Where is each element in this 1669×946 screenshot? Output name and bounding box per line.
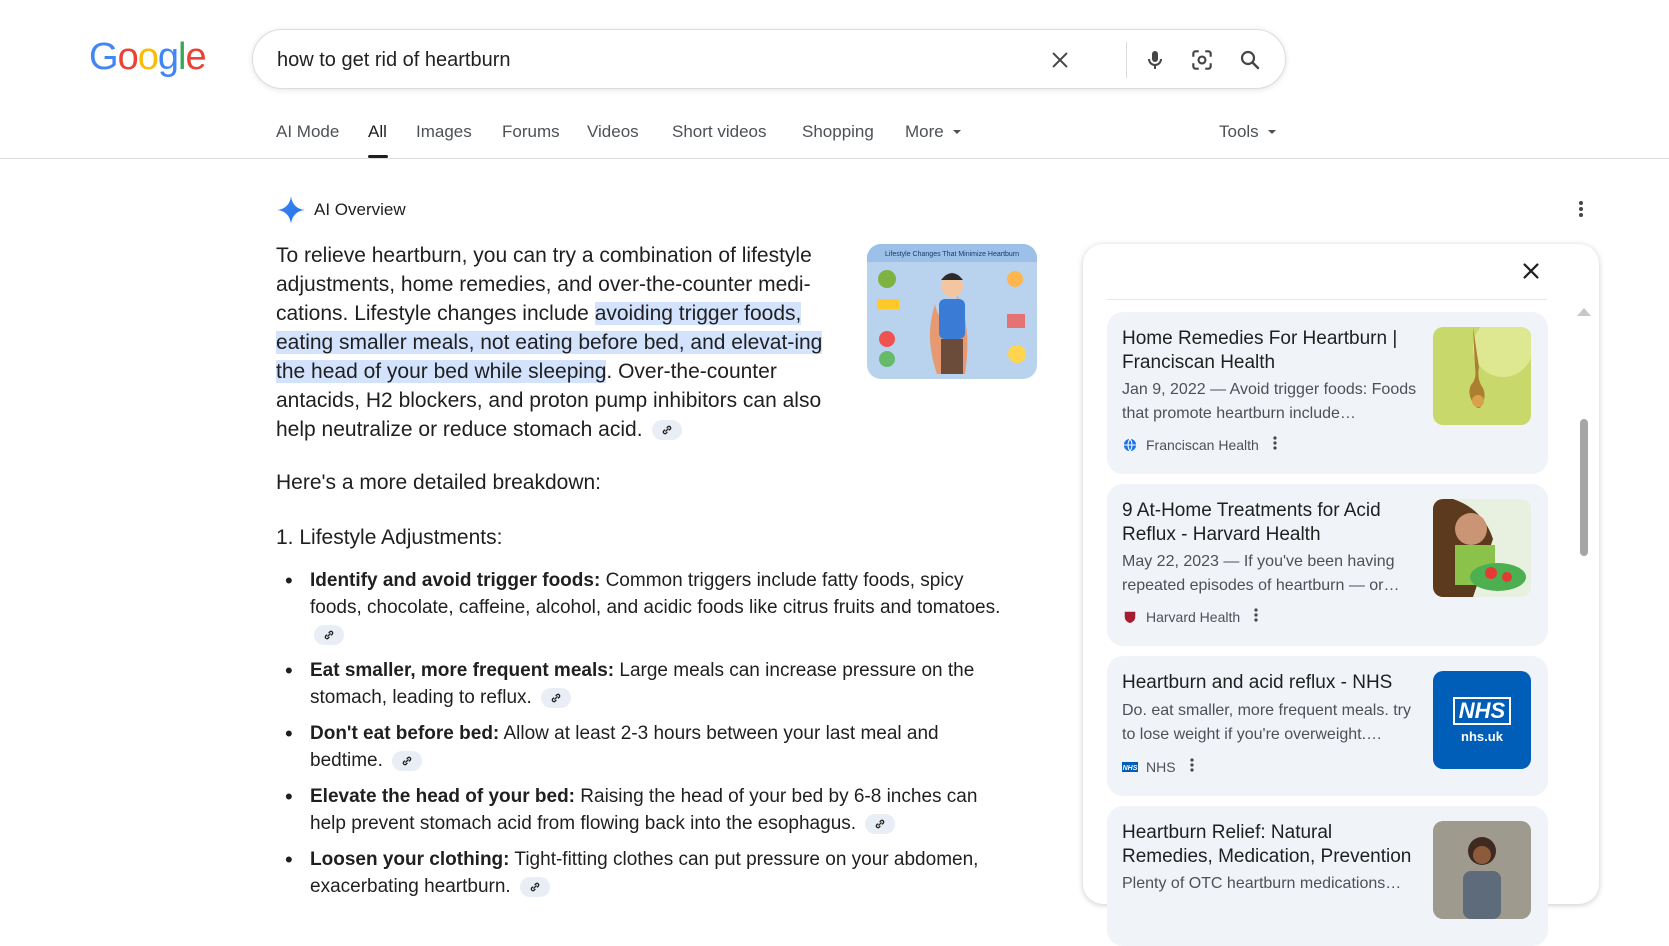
logo-letter: o bbox=[137, 36, 159, 78]
logo-letter: g bbox=[157, 36, 179, 78]
ai-overview-header: AI Overview bbox=[276, 195, 406, 225]
lens-camera-icon[interactable] bbox=[1186, 44, 1218, 76]
source-snippet: Do. eat smaller, more frequent meals. tr… bbox=[1122, 702, 1411, 743]
microphone-icon[interactable] bbox=[1139, 44, 1171, 76]
source-link-icon[interactable] bbox=[865, 813, 896, 834]
source-thumbnail[interactable] bbox=[1433, 821, 1531, 919]
logo-letter: e bbox=[185, 36, 206, 78]
panel-divider bbox=[1107, 299, 1547, 300]
lifestyle-list: Identify and avoid trigger foods: Common… bbox=[276, 567, 1016, 909]
sources-panel: Home Remedies For Heartburn | Franciscan… bbox=[1083, 244, 1599, 946]
breakdown-heading: Here's a more detailed breakdown: bbox=[276, 471, 602, 494]
nhs-logo-icon: NHS bbox=[1122, 759, 1138, 775]
overview-image[interactable]: Lifestyle Changes That Minimize Heartbur… bbox=[867, 244, 1037, 379]
more-options-icon[interactable] bbox=[1578, 200, 1584, 223]
source-link-icon[interactable] bbox=[392, 750, 423, 771]
source-snippet: Plenty of OTC heartburn medications… bbox=[1122, 875, 1402, 892]
clear-icon[interactable] bbox=[1044, 44, 1076, 76]
source-site[interactable]: Franciscan Health bbox=[1122, 436, 1277, 453]
tab-images[interactable]: Images bbox=[416, 122, 472, 142]
list-item: Don't eat before bed: Allow at least 2-3… bbox=[276, 720, 1016, 774]
sparkle-icon bbox=[277, 196, 305, 224]
image-caption: Lifestyle Changes That Minimize Heartbur… bbox=[885, 251, 1019, 258]
source-card[interactable]: 9 At-Home Treatments for Acid Reflux - H… bbox=[1107, 484, 1548, 646]
caret-down-icon bbox=[953, 130, 962, 134]
section-heading: 1. Lifestyle Adjustments: bbox=[276, 526, 503, 549]
source-title[interactable]: Heartburn Relief: Natural Remedies, Medi… bbox=[1122, 821, 1422, 869]
caret-down-icon bbox=[1268, 130, 1277, 134]
tab-ai-mode[interactable]: AI Mode bbox=[276, 122, 339, 142]
nhs-logo: NHS bbox=[1452, 696, 1512, 725]
source-site[interactable]: Harvard Health bbox=[1122, 608, 1258, 625]
list-item: Eat smaller, more frequent meals: Large … bbox=[276, 657, 1016, 711]
source-snippet: May 22, 2023 — If you've been having rep… bbox=[1122, 553, 1400, 594]
more-options-icon[interactable] bbox=[1273, 436, 1277, 453]
list-item-title: Loosen your clothing: bbox=[310, 849, 510, 870]
source-site[interactable]: NHS NHS bbox=[1122, 758, 1194, 775]
list-item-title: Don't eat before bed: bbox=[310, 723, 500, 744]
source-site-name: Harvard Health bbox=[1146, 608, 1241, 625]
logo-letter: o bbox=[117, 36, 139, 78]
nhs-domain: nhs.uk bbox=[1461, 728, 1503, 744]
logo-letter: G bbox=[89, 36, 119, 78]
ai-overview-summary: To relieve heartburn, you can try a comb… bbox=[276, 241, 848, 444]
source-card[interactable]: Heartburn Relief: Natural Remedies, Medi… bbox=[1107, 806, 1548, 946]
source-card[interactable]: Heartburn and acid reflux - NHS Do. eat … bbox=[1107, 656, 1548, 796]
header-divider bbox=[0, 158, 1669, 159]
ai-overview-label: AI Overview bbox=[314, 200, 406, 219]
scrollbar-thumb[interactable] bbox=[1580, 419, 1588, 556]
tab-short-videos[interactable]: Short videos bbox=[672, 122, 767, 142]
list-item-title: Eat smaller, more frequent meals: bbox=[310, 660, 615, 681]
more-options-icon[interactable] bbox=[1254, 608, 1258, 625]
close-icon[interactable] bbox=[1520, 260, 1542, 287]
svg-text:NHS: NHS bbox=[1123, 765, 1138, 772]
source-link-icon[interactable] bbox=[314, 624, 344, 645]
list-item: Elevate the head of your bed: Raising th… bbox=[276, 783, 1016, 837]
source-site-name: Franciscan Health bbox=[1146, 436, 1259, 453]
logo-letter: l bbox=[177, 36, 187, 78]
source-title[interactable]: Home Remedies For Heartburn | Franciscan… bbox=[1122, 327, 1422, 375]
tab-videos[interactable]: Videos bbox=[587, 122, 639, 142]
search-icon[interactable] bbox=[1234, 44, 1266, 76]
globe-icon bbox=[1122, 437, 1138, 453]
source-thumbnail[interactable] bbox=[1433, 499, 1531, 597]
source-thumbnail[interactable] bbox=[1433, 327, 1531, 425]
scroll-up-arrow[interactable] bbox=[1577, 308, 1591, 316]
source-link-icon[interactable] bbox=[541, 687, 572, 708]
tools-label: Tools bbox=[1219, 122, 1259, 141]
source-card[interactable]: Home Remedies For Heartburn | Franciscan… bbox=[1107, 312, 1548, 474]
list-item: Loosen your clothing: Tight-fitting clot… bbox=[276, 846, 1016, 900]
list-item-title: Identify and avoid trigger foods: bbox=[310, 570, 601, 591]
search-divider bbox=[1126, 42, 1127, 78]
harvard-shield-icon bbox=[1122, 609, 1138, 625]
tab-more-label: More bbox=[905, 122, 944, 141]
tab-shopping[interactable]: Shopping bbox=[802, 122, 874, 142]
source-link-icon[interactable] bbox=[652, 420, 683, 441]
tab-all[interactable]: All bbox=[368, 122, 387, 142]
more-options-icon[interactable] bbox=[1189, 758, 1194, 775]
source-title[interactable]: Heartburn and acid reflux - NHS bbox=[1122, 671, 1422, 695]
source-title[interactable]: 9 At-Home Treatments for Acid Reflux - H… bbox=[1122, 499, 1422, 547]
google-logo[interactable]: Google bbox=[89, 36, 207, 79]
tools-button[interactable]: Tools bbox=[1219, 122, 1277, 142]
source-link-icon[interactable] bbox=[519, 876, 550, 897]
source-thumbnail[interactable]: NHS nhs.uk bbox=[1433, 671, 1531, 769]
tab-more[interactable]: More bbox=[905, 122, 962, 142]
search-box[interactable]: how to get rid of heartburn bbox=[252, 29, 1286, 89]
list-item-title: Elevate the head of your bed: bbox=[310, 786, 575, 807]
search-input[interactable]: how to get rid of heartburn bbox=[277, 49, 510, 72]
source-site-name: NHS bbox=[1146, 758, 1176, 775]
source-snippet: Jan 9, 2022 — Avoid trigger foods: Foods… bbox=[1122, 381, 1417, 422]
list-item: Identify and avoid trigger foods: Common… bbox=[276, 567, 1016, 648]
tab-forums[interactable]: Forums bbox=[502, 122, 560, 142]
